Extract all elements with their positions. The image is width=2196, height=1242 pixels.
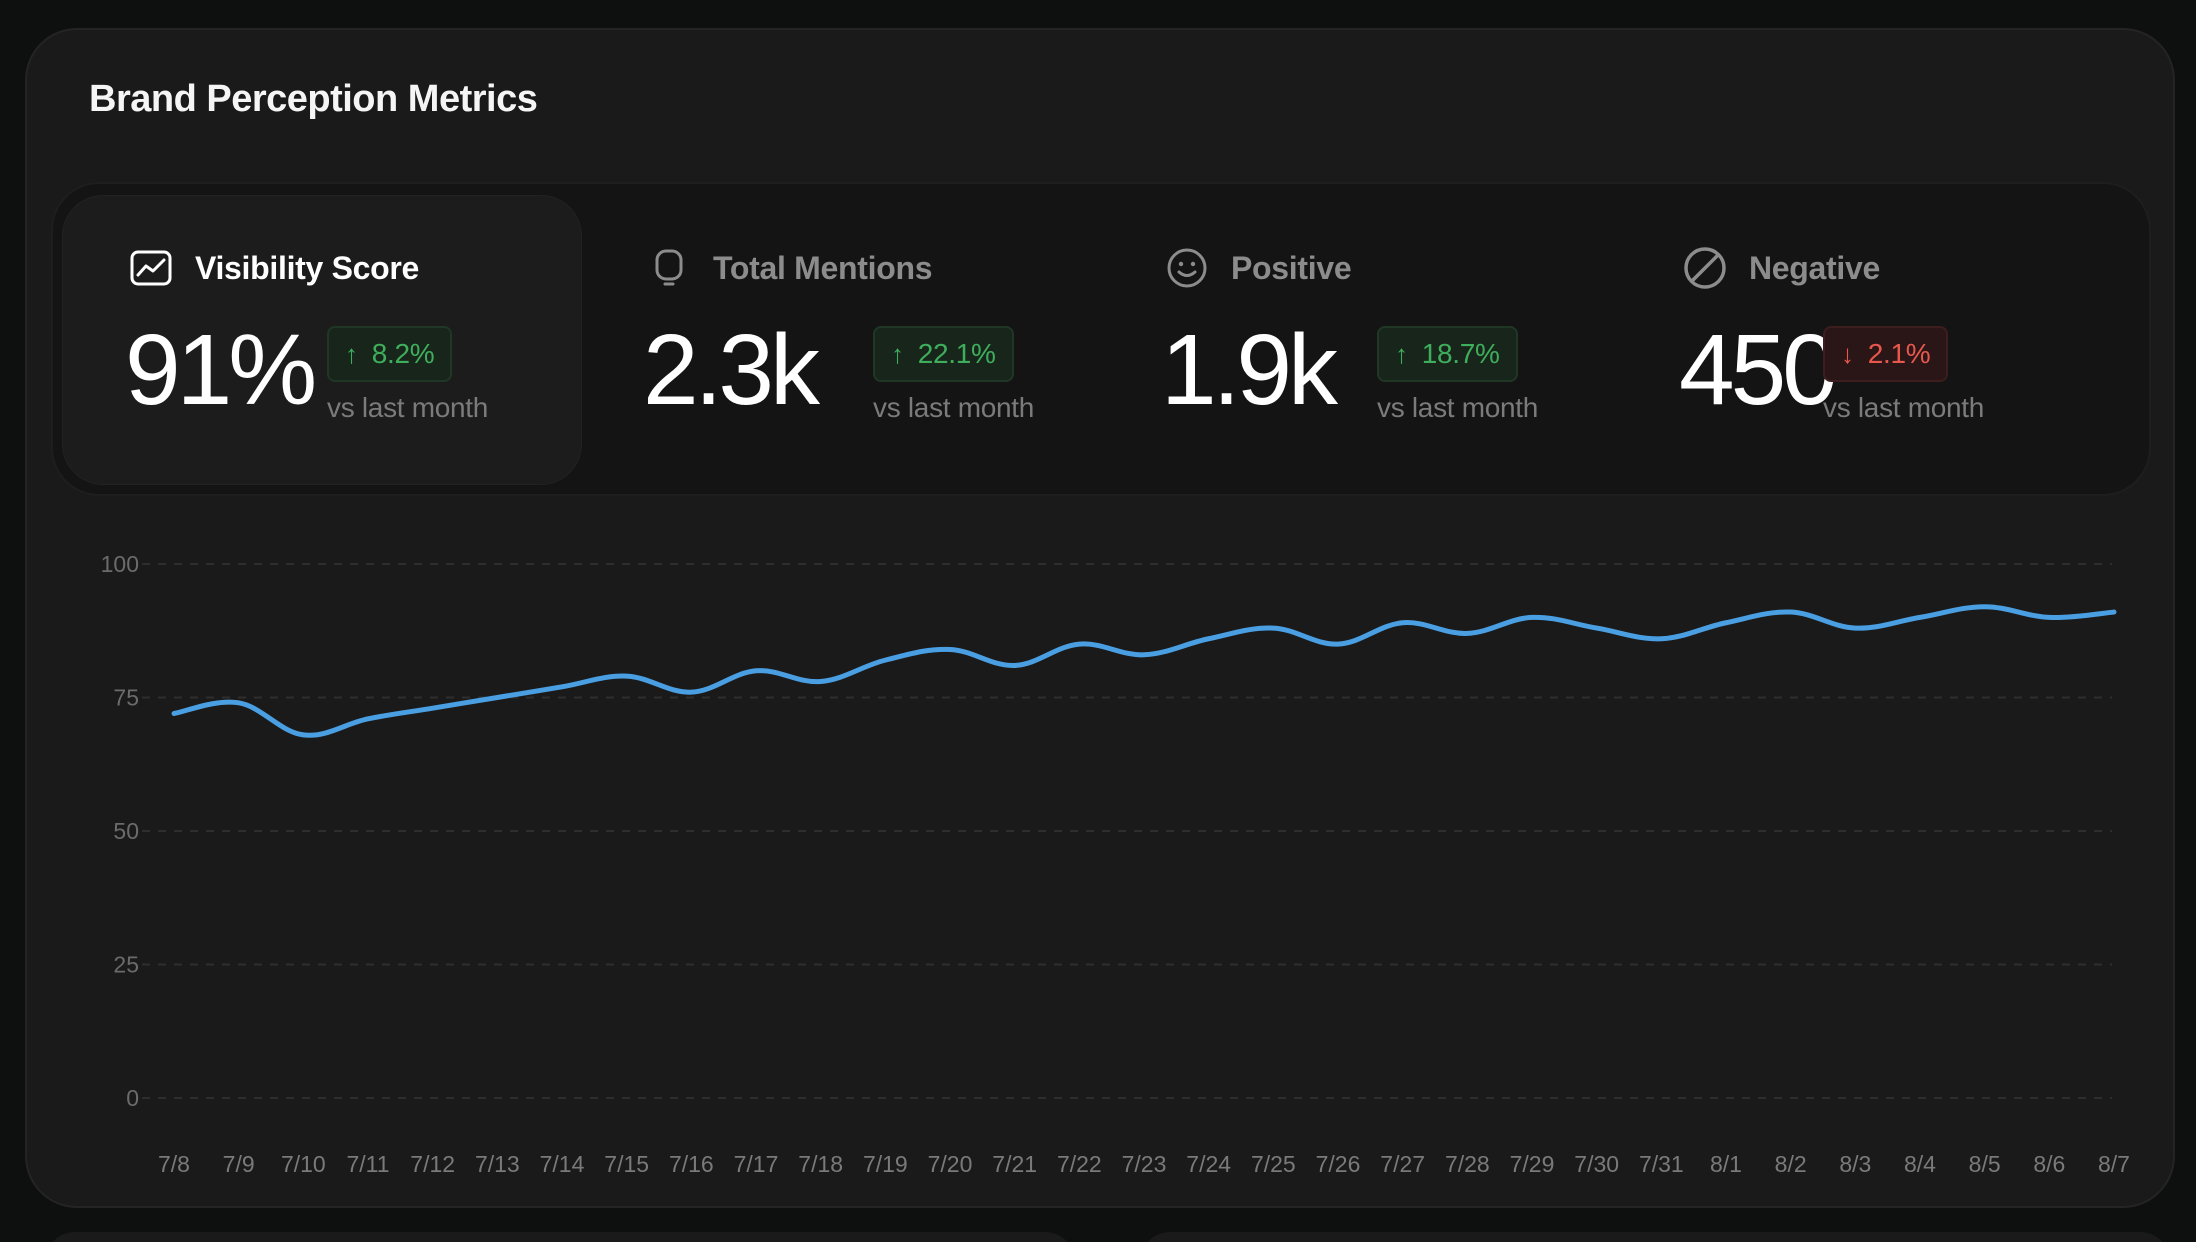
x-tick-label: 7/18 — [798, 1151, 843, 1177]
x-tick-label: 8/7 — [2098, 1151, 2130, 1177]
x-tick-label: 7/14 — [540, 1151, 585, 1177]
x-tick-label: 7/29 — [1510, 1151, 1555, 1177]
x-tick-label: 8/2 — [1775, 1151, 1807, 1177]
x-tick-label: 8/5 — [1969, 1151, 2001, 1177]
x-tick-label: 8/4 — [1904, 1151, 1936, 1177]
x-tick-label: 7/10 — [281, 1151, 326, 1177]
x-tick-label: 7/11 — [346, 1151, 389, 1177]
x-tick-label: 7/31 — [1639, 1151, 1684, 1177]
x-tick-label: 7/20 — [928, 1151, 973, 1177]
x-tick-label: 7/23 — [1122, 1151, 1167, 1177]
x-tick-label: 7/22 — [1057, 1151, 1102, 1177]
y-tick-label: 25 — [113, 952, 139, 978]
y-tick-label: 50 — [113, 818, 139, 844]
visibility-line-chart: 0 25 50 75 100 7/8 7/9 7/10 7/11 7/12 7/13 7/14 7/15… — [101, 551, 2130, 1177]
x-tick-label: 7/12 — [410, 1151, 455, 1177]
x-tick-label: 7/17 — [734, 1151, 779, 1177]
x-tick-label: 8/3 — [1839, 1151, 1871, 1177]
x-tick-label: 7/19 — [863, 1151, 908, 1177]
x-tick-label: 7/28 — [1445, 1151, 1490, 1177]
next-card-right — [1140, 1232, 2170, 1242]
x-tick-label: 7/8 — [158, 1151, 190, 1177]
x-tick-label: 7/21 — [992, 1151, 1037, 1177]
x-tick-label: 7/26 — [1316, 1151, 1361, 1177]
x-tick-label: 7/30 — [1574, 1151, 1619, 1177]
x-tick-label: 7/24 — [1186, 1151, 1231, 1177]
x-tick-label: 8/1 — [1710, 1151, 1742, 1177]
x-tick-label: 7/25 — [1251, 1151, 1296, 1177]
x-tick-label: 7/16 — [669, 1151, 714, 1177]
series-line-visibility — [171, 604, 2117, 738]
brand-perception-card: Brand Perception Metrics Visibility Scor… — [25, 28, 2175, 1208]
x-tick-label: 7/9 — [223, 1151, 255, 1177]
next-card-left — [45, 1232, 1075, 1242]
y-tick-label: 75 — [113, 685, 139, 711]
x-tick-label: 7/27 — [1380, 1151, 1425, 1177]
x-tick-label: 7/15 — [604, 1151, 649, 1177]
x-tick-label: 8/6 — [2033, 1151, 2065, 1177]
x-tick-label: 7/13 — [475, 1151, 520, 1177]
y-tick-label: 100 — [101, 551, 139, 577]
y-tick-label: 0 — [126, 1085, 139, 1111]
